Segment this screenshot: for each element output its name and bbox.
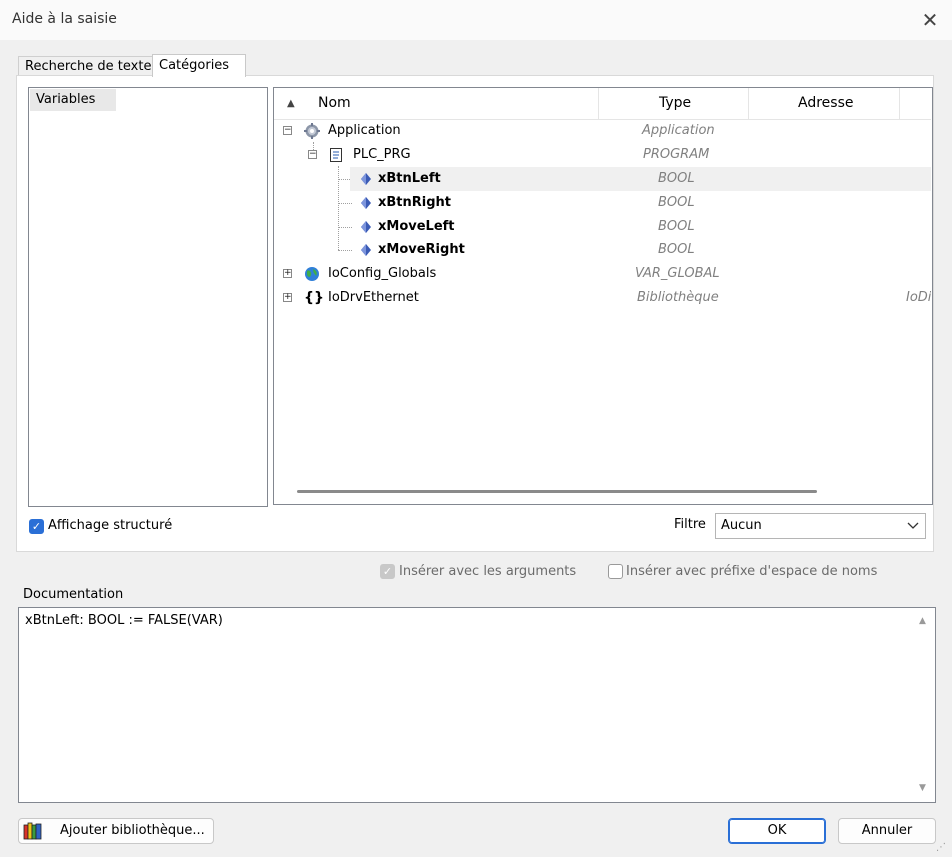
collapse-icon[interactable]: −	[283, 126, 292, 135]
gear-icon	[304, 123, 320, 139]
variable-icon	[361, 173, 371, 185]
insert-namespace-checkbox[interactable]	[608, 564, 623, 579]
filter-dropdown[interactable]: Aucun	[715, 513, 926, 539]
tree-item-type: BOOL	[658, 171, 695, 186]
insert-namespace-label: Insérer avec préfixe d'espace de noms	[626, 564, 878, 579]
tree-row-xbtnleft[interactable]: xBtnLeft BOOL	[274, 167, 931, 191]
tree-item-name: PLC_PRG	[353, 147, 411, 162]
category-item-variables[interactable]: Variables	[30, 89, 116, 111]
globe-icon	[305, 267, 319, 281]
column-header-address[interactable]: Adresse	[798, 88, 853, 119]
tree-row-xbtnright[interactable]: xBtnRight BOOL	[274, 191, 931, 215]
cancel-button[interactable]: Annuler	[838, 818, 936, 844]
add-library-label: Ajouter bibliothèque...	[60, 823, 205, 838]
tab-categories[interactable]: Catégories	[152, 54, 246, 77]
scroll-down-icon[interactable]: ▼	[919, 783, 926, 793]
tab-text-search[interactable]: Recherche de texte	[18, 56, 164, 77]
tree-row-ioconfig-globals[interactable]: + IoConfig_Globals VAR_GLOBAL	[274, 262, 931, 286]
insert-args-label: Insérer avec les arguments	[399, 564, 577, 579]
tree-row-iodrvethernet[interactable]: + {} IoDrvEthernet Bibliothèque IoDi	[274, 286, 931, 310]
add-library-button[interactable]: Ajouter bibliothèque...	[18, 818, 214, 844]
column-divider[interactable]	[899, 88, 900, 119]
tree-item-type: BOOL	[658, 219, 695, 234]
tree-item-name: IoDrvEthernet	[328, 290, 419, 305]
tree-item-type: PROGRAM	[643, 147, 710, 162]
library-books-icon	[23, 822, 42, 840]
variable-icon	[361, 244, 371, 256]
tree-row-plc-prg[interactable]: − PLC_PRG PROGRAM	[274, 143, 931, 167]
tree-item-type: BOOL	[658, 242, 695, 257]
documentation-box[interactable]	[18, 607, 936, 803]
tree-item-type: Application	[642, 123, 715, 138]
tree-item-address: IoDi	[906, 290, 931, 305]
program-document-icon	[330, 148, 342, 162]
scroll-up-icon[interactable]: ▲	[919, 616, 926, 626]
tree-item-type: Bibliothèque	[637, 290, 719, 305]
tree-item-type: BOOL	[658, 195, 695, 210]
vertical-scrollbar[interactable]: ▲ ▼	[913, 608, 933, 800]
tree-item-type: VAR_GLOBAL	[635, 266, 720, 281]
structured-view-label: Affichage structuré	[48, 518, 173, 533]
expand-icon[interactable]: +	[283, 293, 292, 302]
column-header-type[interactable]: Type	[659, 88, 691, 119]
tree-item-name: xMoveLeft	[378, 219, 455, 234]
documentation-text: xBtnLeft: BOOL := FALSE(VAR)	[25, 613, 223, 628]
insert-args-checkbox[interactable]: ✓	[380, 564, 395, 579]
title-bar	[0, 0, 952, 40]
expand-icon[interactable]: +	[283, 269, 292, 278]
tree-item-name: xBtnRight	[378, 195, 452, 210]
column-divider[interactable]	[748, 88, 749, 119]
category-list[interactable]	[28, 87, 268, 507]
column-header-name[interactable]: Nom	[318, 88, 351, 119]
tree-item-name: Application	[328, 123, 401, 138]
close-icon[interactable]: ✕	[918, 8, 942, 32]
sort-ascending-icon[interactable]: ▲	[287, 88, 295, 119]
filter-label: Filtre	[674, 517, 706, 532]
documentation-label: Documentation	[23, 587, 124, 602]
column-divider[interactable]	[598, 88, 599, 119]
window-title: Aide à la saisie	[12, 11, 117, 27]
filter-selected-value: Aucun	[721, 518, 762, 533]
tree-row-xmoveright[interactable]: xMoveRight BOOL	[274, 238, 931, 262]
variable-icon	[361, 197, 371, 209]
tree-row-application[interactable]: − Application Application	[274, 119, 931, 143]
tree-item-name: IoConfig_Globals	[328, 266, 437, 281]
tree-row-xmoveleft[interactable]: xMoveLeft BOOL	[274, 215, 931, 239]
ok-button[interactable]: OK	[728, 818, 826, 844]
chevron-down-icon	[907, 522, 919, 529]
tree-item-name: xMoveRight	[378, 242, 465, 257]
resize-grip-icon[interactable]: ⋰	[936, 842, 946, 853]
horizontal-scrollbar[interactable]	[297, 490, 817, 493]
collapse-icon[interactable]: −	[308, 150, 317, 159]
structured-view-checkbox[interactable]: ✓	[29, 519, 44, 534]
braces-icon: {}	[304, 290, 324, 306]
tree-item-name: xBtnLeft	[378, 171, 441, 186]
variable-icon	[361, 221, 371, 233]
